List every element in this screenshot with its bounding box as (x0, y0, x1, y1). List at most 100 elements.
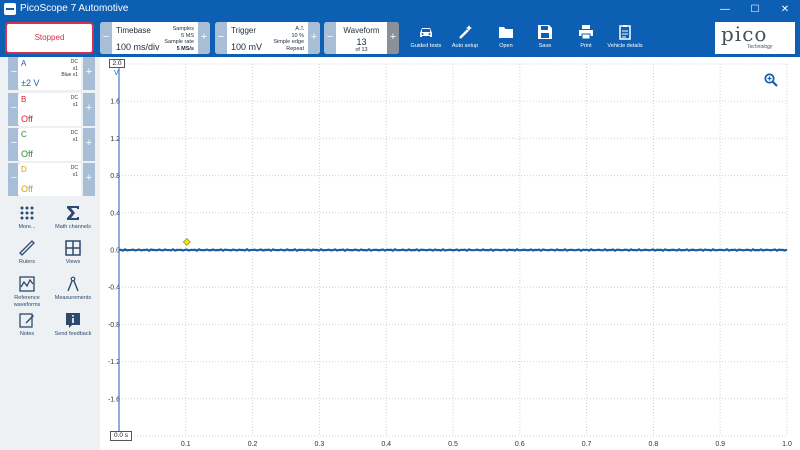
trigger-type: Simple edge (273, 39, 304, 45)
y-range-box[interactable]: 2.0 (109, 59, 125, 68)
measurements-button[interactable]: Measurements (49, 276, 97, 302)
channel-d-name: D (21, 165, 27, 174)
channel-d-increase-button[interactable]: + (83, 163, 95, 196)
rulers-label: Rulers (19, 259, 35, 265)
reference-waveforms-label: Reference waveforms (13, 295, 41, 308)
trigger-increase-button[interactable]: + (308, 22, 320, 54)
channel-b-info: DC x1 (70, 95, 78, 108)
waveform-next-button[interactable]: + (387, 22, 399, 54)
car-icon (420, 28, 432, 37)
channel-b-increase-button[interactable]: + (83, 93, 95, 126)
timebase-decrease-button[interactable]: − (100, 22, 112, 54)
views-label: Views (65, 259, 81, 265)
zoom-icon[interactable] (764, 73, 778, 87)
timebase-increase-button[interactable]: + (198, 22, 210, 54)
notes-button[interactable]: Notes (3, 312, 51, 338)
waveform-control: − Waveform 13 of 13 + (324, 22, 399, 54)
channel-d-range: Off (21, 184, 33, 194)
x-tick-label: 0.6 (515, 441, 525, 448)
x-tick-label: 0.7 (582, 441, 592, 448)
x-tick-label: 0.8 (649, 441, 659, 448)
timebase-control: − Timebase 100 ms/div Samples 5 MS Sampl… (100, 22, 210, 54)
sample-rate-label: Sample rate (164, 39, 194, 45)
channel-d[interactable]: − D Off DC x1 + (4, 163, 95, 196)
channel-c-settings[interactable]: C Off DC x1 (18, 128, 81, 161)
printer-icon (579, 25, 593, 40)
trigger-decrease-button[interactable]: − (215, 22, 227, 54)
vehicle-details-button[interactable]: Vehicle details (600, 19, 650, 57)
trigger-marker (182, 238, 191, 246)
logo-word: pico (721, 22, 768, 46)
channel-a-trace (118, 248, 788, 252)
sample-rate-value: 5 MS/s (176, 45, 194, 52)
timebase-title: Timebase (116, 26, 151, 35)
title-bar: PicoScope 7 Automotive — ☐ ✕ (0, 0, 800, 19)
folder-icon (499, 27, 513, 38)
notes-label: Notes (19, 331, 35, 337)
x-tick-label: 0.2 (248, 441, 258, 448)
vehicle-details-label: Vehicle details (607, 43, 643, 49)
scope-view[interactable]: 1.6 1.2 0.8 0.4 0.0 -0.4 -0.8 -1.2 -1.6 0.1 0.2 0.3… (100, 57, 800, 450)
info-icon (66, 313, 80, 328)
trigger-info: A ⎍ 10 % Simple edge Repeat (273, 26, 304, 52)
sigma-icon (67, 206, 79, 220)
wand-icon (459, 25, 472, 39)
channel-b-settings[interactable]: B Off DC x1 (18, 93, 81, 126)
trigger-control: − Trigger 100 mV A ⎍ 10 % Simple edge Re… (215, 22, 320, 54)
y-tick-label: -1.6 (108, 396, 120, 403)
close-button[interactable]: ✕ (770, 0, 800, 19)
ruler-icon (19, 240, 35, 256)
clipboard-icon (619, 25, 631, 40)
grid-dots-icon (20, 206, 34, 220)
more-label: More... (18, 224, 36, 230)
x-tick-label: 1.0 (782, 441, 792, 448)
pico-logo: pico Technology (715, 22, 795, 54)
run-stop-button[interactable]: Stopped (5, 22, 94, 54)
send-feedback-button[interactable]: Send feedback (49, 312, 97, 338)
y-tick-label: -0.8 (108, 322, 120, 329)
compass-icon (67, 276, 79, 292)
channel-a-name: A (21, 59, 27, 68)
rising-edge-icon: ⎍ (300, 26, 304, 32)
channel-c-info: DC x1 (70, 130, 78, 143)
views-button[interactable]: Views (49, 240, 97, 266)
channel-a-settings[interactable]: A ±2 V DC x1 Blue x1 (18, 57, 81, 90)
channel-b[interactable]: − B Off DC x1 + (4, 93, 95, 126)
minimize-button[interactable]: — (710, 0, 740, 19)
channel-a-increase-button[interactable]: + (83, 57, 95, 90)
rulers-button[interactable]: Rulers (3, 240, 51, 266)
channel-d-settings[interactable]: D Off DC x1 (18, 163, 81, 196)
timebase-value[interactable]: 100 ms/div (116, 42, 160, 52)
reference-waveforms-button[interactable]: Reference waveforms (3, 276, 51, 309)
channel-c-name: C (21, 130, 27, 139)
sidebar: − A ±2 V DC x1 Blue x1 + − B Off DC x1 + − … (0, 57, 100, 450)
channel-a-range: ±2 V (21, 78, 40, 88)
channel-c-increase-button[interactable]: + (83, 128, 95, 161)
x-tick-label: 0.5 (448, 441, 458, 448)
math-channels-label: Math channels (55, 224, 91, 230)
math-channels-button[interactable]: Math channels (49, 205, 97, 231)
app-icon (4, 3, 16, 15)
y-axis-unit: V (114, 70, 119, 77)
maximize-button[interactable]: ☐ (740, 0, 770, 19)
x-axis-start-handle[interactable]: 0.0 s (110, 431, 132, 441)
notes-icon (19, 313, 34, 328)
y-tick-label: -0.4 (108, 285, 120, 292)
save-icon (538, 25, 552, 39)
channel-c[interactable]: − C Off DC x1 + (4, 128, 95, 161)
trigger-value[interactable]: 100 mV (231, 42, 262, 52)
window-title: PicoScope 7 Automotive (20, 3, 129, 14)
trigger-title: Trigger (231, 26, 257, 35)
channel-b-range: Off (21, 114, 33, 124)
y-tick-label: -1.2 (108, 359, 120, 366)
samples-info: Samples 5 MS Sample rate 5 MS/s (164, 26, 194, 52)
scope-graph[interactable]: 1.61.20.80.40.0-0.4-0.8-1.2-1.60.1 0.2 0.3… (100, 57, 800, 450)
reference-waveform-icon (19, 276, 35, 292)
channel-d-info: DC x1 (70, 165, 78, 178)
channel-a[interactable]: − A ±2 V DC x1 Blue x1 + (4, 57, 95, 90)
channel-b-name: B (21, 95, 27, 104)
more-button[interactable]: More... (3, 205, 51, 231)
views-icon (65, 240, 81, 256)
toolbar: Stopped − Timebase 100 ms/div Samples 5 … (0, 19, 800, 57)
measurements-label: Measurements (54, 295, 92, 301)
